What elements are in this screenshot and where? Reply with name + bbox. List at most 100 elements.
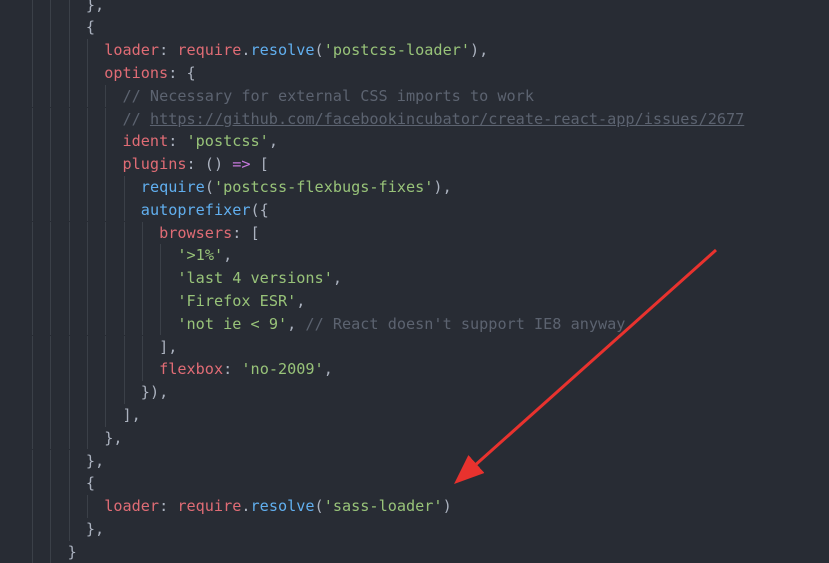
indent-guide	[105, 267, 107, 290]
indent-guide	[32, 107, 33, 131]
code-line[interactable]: },	[86, 450, 104, 473]
indent-guide	[86, 267, 88, 290]
indent-guide	[86, 153, 88, 176]
code-token: },	[85, 0, 105, 14]
indent-guide	[105, 130, 107, 154]
indent-guide	[141, 335, 143, 359]
code-token: ({	[250, 200, 269, 219]
code-line[interactable]: flexbox: 'no-2009',	[159, 358, 333, 381]
code-token: flexbox	[159, 360, 224, 379]
code-token: ,	[296, 291, 306, 310]
code-line[interactable]: loader: require.resolve('postcss-loader'…	[104, 39, 488, 62]
indent-guide	[141, 312, 143, 336]
code-line[interactable]: }),	[141, 381, 168, 404]
indent-guide	[86, 198, 88, 222]
code-token: 'last 4 versions'	[177, 269, 333, 288]
code-line[interactable]: },	[86, 0, 104, 16]
indent-guide	[68, 426, 70, 450]
code-link[interactable]: https://github.com/facebookincubator/cre…	[150, 110, 744, 128]
code-line[interactable]: loader: require.resolve('sass-loader')	[104, 495, 452, 518]
code-token: )	[442, 497, 452, 516]
code-line[interactable]: {	[86, 472, 95, 495]
indent-guide	[123, 289, 125, 313]
indent-guide	[68, 403, 70, 427]
indent-guide	[105, 403, 107, 427]
code-token: ,	[332, 269, 342, 288]
indent-guide	[50, 358, 52, 382]
code-line[interactable]: }	[68, 541, 77, 563]
indent-guide	[68, 153, 70, 176]
code-line[interactable]: },	[86, 518, 104, 541]
indent-guide	[160, 289, 162, 313]
code-token: [	[250, 155, 269, 174]
indent-guide	[50, 130, 52, 154]
indent-guide	[68, 289, 70, 313]
code-line[interactable]: options: {	[104, 62, 195, 85]
code-token: 'not ie < 9'	[177, 314, 288, 333]
code-token: .	[241, 497, 251, 516]
indent-guide	[86, 426, 88, 450]
indent-guide	[141, 267, 143, 290]
indent-guide	[32, 221, 33, 245]
indent-guide	[50, 472, 52, 496]
indent-guide	[86, 107, 88, 131]
code-token: ,	[287, 314, 306, 333]
indent-guide	[141, 289, 143, 313]
code-token: :	[159, 41, 178, 60]
indent-guide	[32, 130, 33, 154]
code-token: ],	[159, 337, 178, 356]
code-line[interactable]: 'Firefox ESR',	[177, 290, 305, 313]
indent-guide	[50, 244, 52, 268]
indent-guide	[86, 61, 88, 85]
code-token: :	[223, 360, 242, 379]
indent-guide	[50, 198, 52, 222]
code-line[interactable]: '>1%',	[177, 244, 232, 267]
code-token: },	[85, 451, 105, 470]
indent-guide	[105, 153, 107, 176]
indent-guide	[68, 130, 70, 154]
indent-guide	[50, 175, 52, 199]
indent-guide	[32, 312, 33, 336]
indent-guide	[123, 175, 125, 199]
indent-guide	[68, 107, 70, 131]
indent-guide	[105, 107, 107, 131]
indent-guide	[68, 198, 70, 222]
code-token: (	[314, 41, 324, 60]
code-token: :	[159, 497, 178, 516]
code-line[interactable]: },	[104, 427, 122, 450]
code-line[interactable]: 'not ie < 9', // React doesn't support I…	[177, 313, 625, 336]
code-line[interactable]: // Necessary for external CSS imports to…	[123, 85, 534, 108]
code-line[interactable]: // https://github.com/facebookincubator/…	[123, 108, 745, 131]
indent-guide	[68, 312, 70, 336]
indent-guide	[32, 495, 33, 518]
indent-guide	[50, 39, 52, 62]
code-line[interactable]: ],	[123, 404, 141, 427]
indent-guide	[32, 403, 33, 427]
code-line[interactable]: ident: 'postcss',	[123, 130, 278, 153]
indent-guide	[50, 0, 52, 17]
indent-guide	[32, 244, 33, 268]
code-line[interactable]: require('postcss-flexbugs-fixes'),	[141, 176, 452, 199]
code-token: : [	[232, 223, 260, 242]
indent-guide	[86, 130, 88, 154]
code-line[interactable]: autoprefixer({	[141, 199, 269, 222]
code-line[interactable]: plugins: () => [	[123, 153, 269, 176]
code-token: browsers	[159, 223, 233, 242]
indent-guide	[123, 381, 125, 404]
code-line[interactable]: ],	[159, 336, 177, 359]
indent-guide	[105, 335, 107, 359]
code-editor[interactable]: }, { loader: require.resolve('postcss-load…	[0, 0, 829, 563]
code-token: 'Firefox ESR'	[177, 291, 297, 310]
code-token: resolve	[250, 497, 315, 516]
code-line[interactable]: 'last 4 versions',	[177, 267, 342, 290]
code-line[interactable]: {	[86, 16, 95, 39]
code-token: ),	[433, 177, 452, 196]
code-token: require	[177, 41, 242, 60]
code-token: (	[314, 497, 324, 516]
code-line[interactable]: browsers: [	[159, 222, 260, 245]
code-token: }	[67, 542, 77, 561]
indent-guide	[105, 198, 107, 222]
indent-guide	[68, 472, 70, 496]
indent-guide	[32, 381, 33, 404]
indent-guide	[50, 16, 52, 40]
